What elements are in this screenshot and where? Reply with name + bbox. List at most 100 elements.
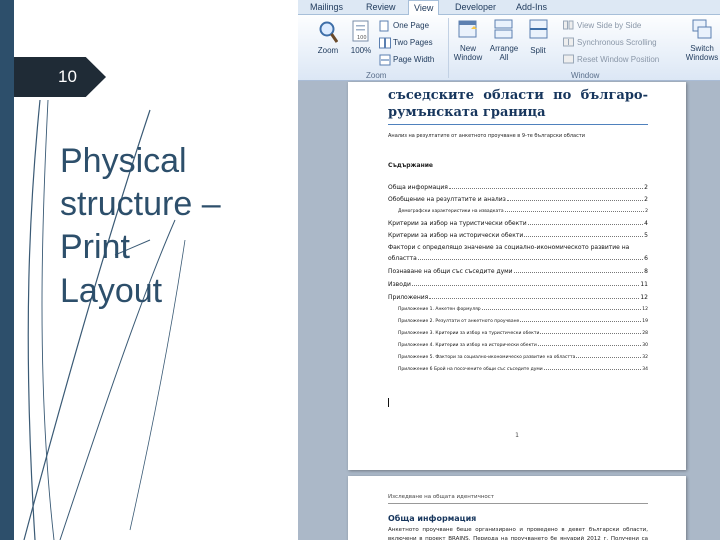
toc-entry-title: Приложение 2. Резултати от анкетното про… [398, 319, 520, 324]
slide-title-line: Layout [60, 271, 163, 310]
sync-scroll-icon [563, 37, 574, 47]
page-number: 1 [515, 432, 519, 439]
toc-entry[interactable]: Приложение 4. Критерии за избор на истор… [398, 343, 648, 348]
toc-entry-page: 32 [642, 355, 648, 360]
toc-leader [524, 232, 644, 237]
arrange-all-button[interactable]: Arrange All [484, 44, 524, 62]
section-heading: Обща информация [388, 514, 477, 523]
toc-leader [506, 196, 644, 201]
toc-leader [481, 307, 642, 310]
toc-entry[interactable]: Изводи 11 [388, 281, 648, 288]
toc-entry[interactable]: Обобщение на резултатите и анализ 2 [388, 196, 648, 203]
slide-title-line: Print [60, 228, 130, 267]
toc-entry-page: 5 [644, 232, 648, 239]
tab-add-ins[interactable]: Add-Ins [516, 0, 547, 15]
body-text: Анкетното проучване беше организирано и … [388, 527, 648, 540]
switch-windows-button[interactable]: Switch Windows [682, 44, 720, 62]
two-pages-button[interactable]: Two Pages [393, 38, 433, 47]
toc-entry-title: Демографски характеристики на извадката [398, 209, 504, 214]
toc-entry-page: 11 [640, 281, 648, 288]
toc-entry-page: 8 [644, 268, 648, 275]
slide-title-line: structure – [60, 185, 221, 224]
switch-windows-label: Windows [685, 53, 719, 63]
toc-entry-page: 2 [645, 209, 648, 214]
toc-leader [411, 281, 640, 286]
toc-entry[interactable]: Критерии за избор на исторически обекти 5 [388, 232, 648, 239]
document-page-2[interactable]: Изследване на общата идентичност Обща ин… [348, 476, 686, 540]
arrange-all-icon [494, 19, 513, 39]
toc-entry-title: Обобщение на резултатите и анализ [388, 196, 506, 203]
heading-rule [388, 124, 648, 125]
toc-entry[interactable]: Демографски характеристики на извадката 2 [398, 209, 648, 214]
toc-entry-title: Познаване на общи със съседите думи [388, 268, 513, 275]
toc-leader [520, 319, 642, 322]
toc-entry-page: 28 [642, 331, 648, 336]
toc-entry[interactable]: Приложение 3. Критерии за избор на турис… [398, 331, 648, 336]
ribbon: Zoom 100 100% One Page Two Pages Page Wi… [298, 15, 720, 81]
toc-entry-title: Приложение 4. Критерии за избор на истор… [398, 343, 537, 348]
toc-entry-title: областта [388, 255, 417, 262]
toc-leader [537, 343, 642, 346]
toc-entry-title: Обща информация [388, 184, 448, 191]
tab-view[interactable]: View [408, 0, 440, 16]
toc-entry[interactable]: Обща информация 2 [388, 184, 648, 191]
one-page-button[interactable]: One Page [393, 21, 429, 30]
toc-leader [540, 331, 642, 334]
toc-heading: Съдържание [388, 162, 433, 169]
split-icon [529, 19, 548, 39]
zoom-button[interactable]: Zoom [312, 46, 344, 55]
toc-leader [513, 268, 644, 273]
synchronous-scrolling-button[interactable]: Synchronous Scrolling [577, 38, 657, 47]
toc-entry-title-first-line: Фактори с определящо значение за социалн… [388, 244, 630, 251]
zoom-group-label: Zoom [366, 71, 387, 80]
switch-windows-label: Switch [690, 44, 714, 53]
toc-entry[interactable]: Познаване на общи със съседите думи 8 [388, 268, 648, 275]
split-button[interactable]: Split [521, 46, 555, 55]
toc-entry-page: 34 [642, 367, 648, 372]
word-window-screenshot: Mailings Review View Developer Add-Ins Z… [298, 0, 720, 540]
toc-entry[interactable]: областта 6 [388, 255, 648, 262]
hundred-percent-button[interactable]: 100% [345, 46, 377, 55]
toc-entry-page: 2 [644, 196, 648, 203]
tab-developer[interactable]: Developer [455, 0, 496, 15]
tab-mailings[interactable]: Mailings [310, 0, 343, 15]
new-window-label: New [459, 44, 476, 53]
reset-window-icon [563, 54, 574, 64]
toc-entry[interactable]: Приложение 2. Резултати от анкетното про… [398, 319, 648, 324]
magnifier-icon [319, 21, 338, 43]
toc-leader [527, 220, 644, 225]
document-heading: съседските области по българо- румънскат… [388, 88, 648, 122]
switch-windows-icon [692, 19, 712, 39]
page-width-button[interactable]: Page Width [393, 55, 434, 64]
hundred-percent-icon: 100 [352, 20, 369, 42]
toc-entry-title: Приложения [388, 294, 429, 301]
toc-entry[interactable]: Приложения 12 [388, 294, 648, 301]
ribbon-tabs: Mailings Review View Developer Add-Ins [298, 0, 720, 16]
page-header: Изследване на общата идентичност [388, 494, 495, 500]
toc-entry[interactable]: Приложение 5. Фактори за социално-иконом… [398, 355, 648, 360]
new-window-label: Window [453, 53, 483, 63]
toc-leader [576, 355, 642, 358]
toc-entry-title: Приложение 3. Критерии за избор на турис… [398, 331, 540, 336]
slide-title-line: Physical [60, 142, 187, 180]
tab-review[interactable]: Review [366, 0, 396, 15]
toc-leader [417, 255, 644, 260]
two-pages-icon [379, 37, 391, 49]
text-cursor [388, 398, 389, 407]
side-by-side-icon [563, 20, 574, 30]
toc-entry-page: 12 [640, 294, 648, 301]
document-heading-line: съседските области по българо- [388, 88, 648, 103]
toc-entry[interactable]: Приложение 6 Брой на посочените общи със… [398, 367, 648, 372]
toc-entry-page: 4 [644, 220, 648, 227]
toc-entry-page: 19 [642, 319, 648, 324]
toc-entry[interactable]: Критерии за избор на туристически обекти… [388, 220, 648, 227]
reset-window-position-button[interactable]: Reset Window Position [577, 55, 659, 64]
toc-leader [543, 367, 642, 370]
toc-entry-title: Приложение 1. Анкетен формуляр [398, 307, 481, 312]
toc-entry-page: 12 [642, 307, 648, 312]
new-window-button[interactable]: New Window [448, 44, 488, 62]
toc-entry-title: Критерии за избор на исторически обекти [388, 232, 524, 239]
toc-entry[interactable]: Приложение 1. Анкетен формуляр 12 [398, 307, 648, 312]
view-side-by-side-button[interactable]: View Side by Side [577, 21, 641, 30]
document-page-1[interactable]: съседските области по българо- румънскат… [348, 82, 686, 470]
